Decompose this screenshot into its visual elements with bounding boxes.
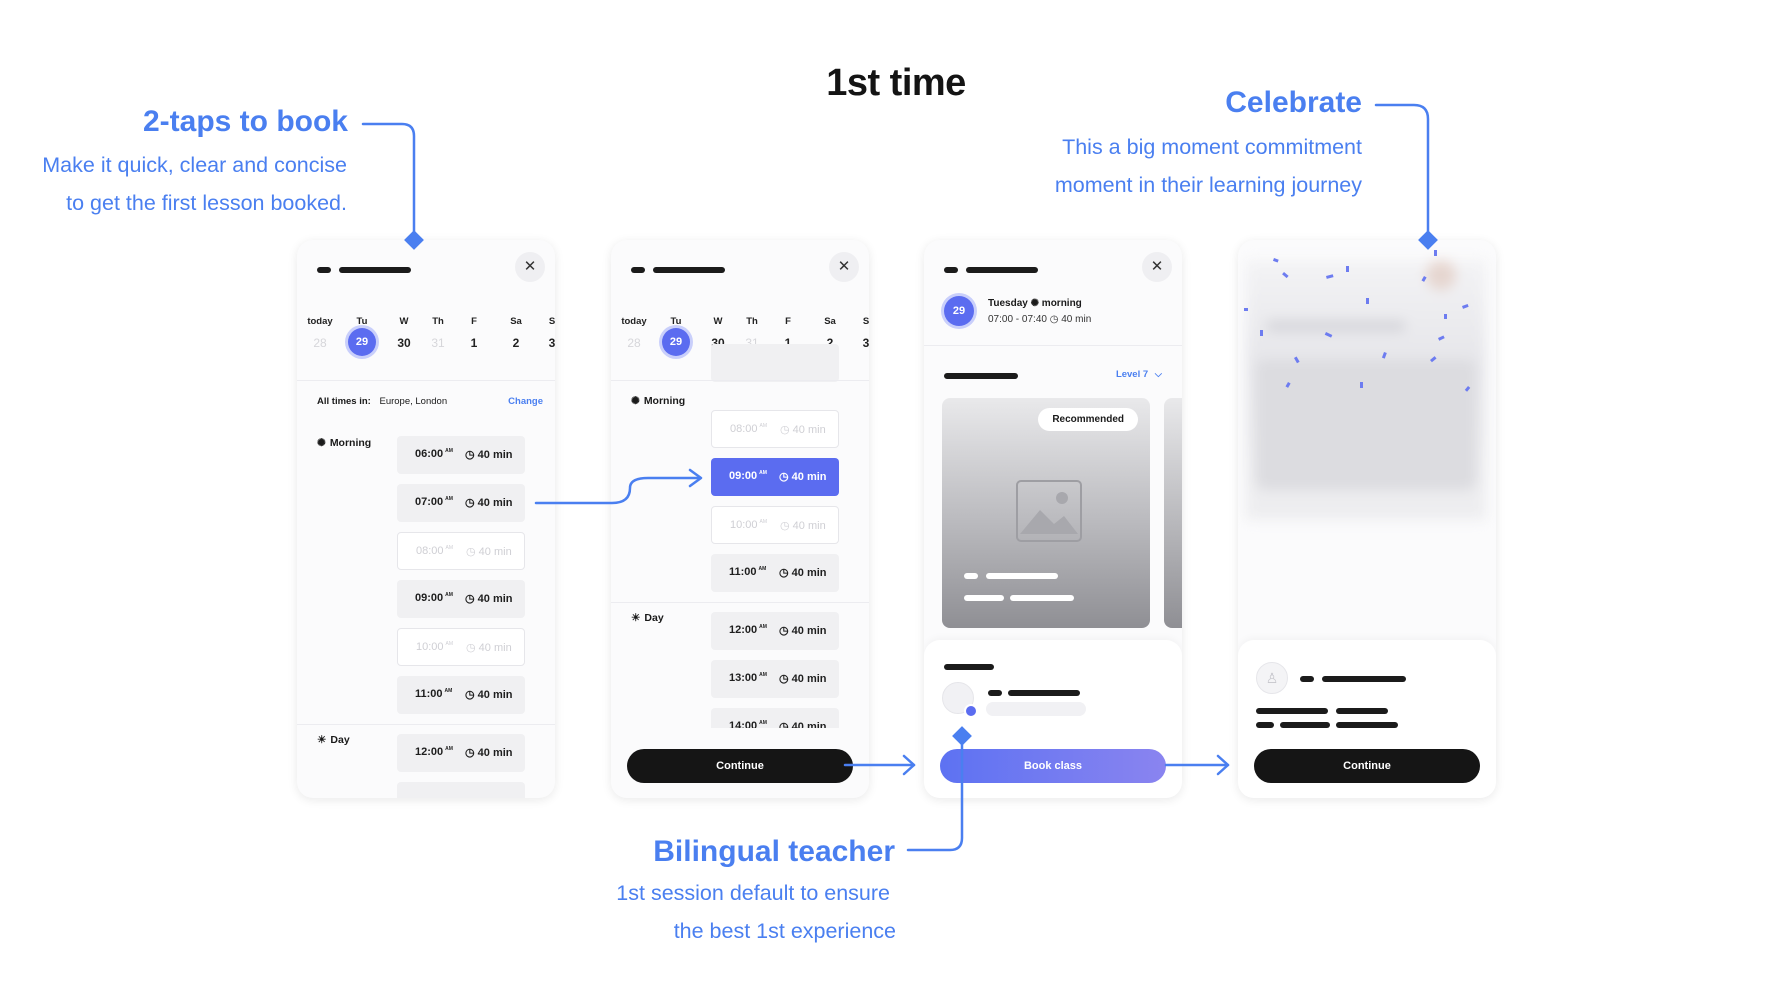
two-taps-marker: [404, 230, 424, 250]
two-taps-connector: [361, 122, 416, 234]
slot-selection-connector: [534, 476, 702, 505]
bilingual-connector: [906, 736, 964, 852]
celebrate-connector: [1374, 103, 1430, 234]
bilingual-marker: [952, 726, 972, 746]
celebrate-marker: [1418, 230, 1438, 250]
connector-arrows: [361, 103, 1438, 852]
